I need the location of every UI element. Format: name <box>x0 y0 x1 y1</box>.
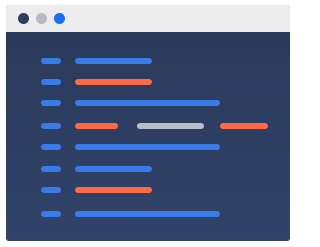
line-number-marker <box>41 79 61 85</box>
code-token-blue <box>75 58 152 64</box>
line-number-marker <box>41 58 61 64</box>
line-number-marker <box>41 211 61 217</box>
line-number-marker <box>41 144 61 150</box>
code-token-gray <box>137 123 204 129</box>
line-number-marker <box>41 187 61 193</box>
code-token-blue <box>75 100 220 106</box>
code-area <box>6 32 290 241</box>
code-token-blue <box>75 211 220 217</box>
code-token-blue <box>75 144 220 150</box>
code-token-orange <box>75 123 118 129</box>
window-dot-dark-icon <box>18 13 29 24</box>
window-dot-blue-icon <box>54 13 65 24</box>
line-number-marker <box>41 123 61 129</box>
line-number-marker <box>41 100 61 106</box>
code-token-orange <box>75 187 152 193</box>
window-titlebar <box>6 5 290 32</box>
code-token-orange <box>220 123 268 129</box>
code-token-orange <box>75 79 152 85</box>
code-token-blue <box>75 166 152 172</box>
line-number-marker <box>41 166 61 172</box>
window-dot-gray-icon <box>36 13 47 24</box>
code-editor-window <box>6 5 290 241</box>
